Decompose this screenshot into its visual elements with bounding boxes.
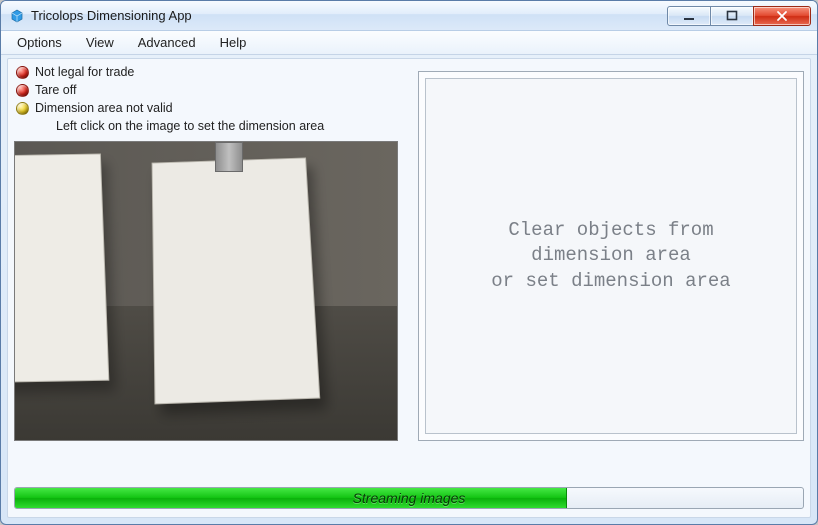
menu-options[interactable]: Options [7, 33, 72, 52]
footer: Streaming images [14, 477, 804, 509]
window-controls [668, 6, 811, 26]
progress-label: Streaming images [353, 490, 466, 506]
minimize-button[interactable] [667, 6, 711, 26]
status-text: Not legal for trade [35, 65, 134, 79]
app-icon [9, 8, 25, 24]
panels: Clear objects from dimension area or set… [14, 141, 804, 477]
led-red-icon [16, 66, 29, 79]
led-red-icon [16, 84, 29, 97]
maximize-button[interactable] [710, 6, 754, 26]
camera-feed[interactable] [14, 141, 398, 441]
app-window: Tricolops Dimensioning App Options View … [0, 0, 818, 525]
info-message: Clear objects from dimension area or set… [491, 218, 730, 295]
status-text: Dimension area not valid [35, 101, 173, 115]
status-text: Tare off [35, 83, 76, 97]
client-area: Not legal for trade Tare off Dimension a… [7, 58, 811, 518]
progress-fill [15, 488, 567, 508]
menu-view[interactable]: View [76, 33, 124, 52]
hint-text: Left click on the image to set the dimen… [56, 119, 324, 133]
titlebar[interactable]: Tricolops Dimensioning App [1, 1, 817, 31]
close-button[interactable] [753, 6, 811, 26]
progress-bar: Streaming images [14, 487, 804, 509]
menu-help[interactable]: Help [210, 33, 257, 52]
menubar: Options View Advanced Help [1, 31, 817, 55]
info-panel: Clear objects from dimension area or set… [418, 71, 804, 441]
led-yellow-icon [16, 102, 29, 115]
menu-advanced[interactable]: Advanced [128, 33, 206, 52]
info-panel-inner: Clear objects from dimension area or set… [425, 78, 797, 434]
window-title: Tricolops Dimensioning App [31, 8, 668, 23]
